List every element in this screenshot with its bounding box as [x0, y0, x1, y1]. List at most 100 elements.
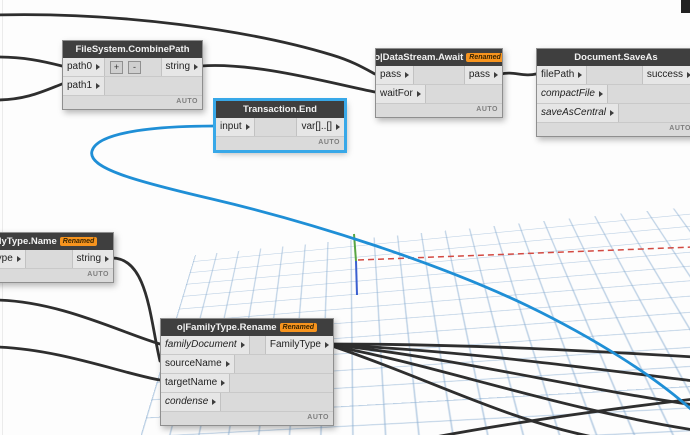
node-title: o|FamilyType.Rename	[176, 322, 277, 333]
wire[interactable]	[0, 82, 64, 102]
port-row: condense	[161, 393, 333, 412]
dynamo-canvas[interactable]: FileSystem.CombinePath path0 + - string …	[0, 0, 690, 435]
port-row: targetName	[161, 374, 333, 393]
port-arrow-icon	[212, 399, 217, 405]
wire[interactable]	[199, 64, 377, 94]
axis-z-blue	[355, 260, 358, 296]
port-label: path1	[67, 80, 93, 91]
node-transaction-end[interactable]: Transaction.End input var[]..[] AUTO	[215, 100, 345, 151]
wire[interactable]	[499, 71, 538, 77]
node-footer: AUTO	[63, 96, 202, 109]
node-title: FileSystem.CombinePath	[75, 44, 190, 55]
input-port-path0[interactable]: path0	[63, 58, 106, 76]
input-port-condense[interactable]: condense	[161, 393, 222, 411]
node-body: familyType string	[0, 250, 113, 269]
node-header[interactable]: FileSystem.CombinePath	[63, 41, 202, 58]
port-label: path0	[67, 61, 93, 72]
port-row: saveAsCentral	[537, 104, 690, 123]
output-port-string[interactable]: string	[71, 250, 113, 268]
wire[interactable]	[0, 55, 64, 68]
output-port-familytype[interactable]: FamilyType	[264, 336, 333, 354]
input-port-input[interactable]: input	[216, 118, 255, 136]
port-label: FamilyType	[269, 339, 321, 350]
port-arrow-icon	[494, 72, 498, 78]
port-label: waitFor	[380, 88, 413, 99]
input-port-saveascentral[interactable]: saveAsCentral	[537, 104, 620, 122]
node-filesystem-combinepath[interactable]: FileSystem.CombinePath path0 + - string …	[62, 40, 203, 110]
port-row: pass pass	[376, 66, 502, 85]
port-arrow-icon	[245, 124, 250, 130]
port-arrow-icon	[225, 361, 230, 367]
node-header[interactable]: Document.SaveAs	[537, 49, 690, 66]
input-port-familydocument[interactable]: familyDocument	[161, 336, 250, 354]
node-header[interactable]: o|FamilyType.Rename Renamed	[161, 319, 333, 336]
port-label: pass	[380, 69, 402, 80]
port-arrow-icon	[416, 91, 421, 97]
port-row: path0 + - string	[63, 58, 202, 77]
port-label: var[]..[]	[301, 121, 332, 132]
node-body: pass pass waitFor	[376, 66, 502, 104]
port-label: familyType	[0, 253, 13, 264]
lacing-indicator[interactable]: AUTO	[87, 271, 109, 278]
add-input-button[interactable]: +	[110, 60, 124, 74]
port-arrow-icon	[405, 72, 410, 78]
port-row: waitFor	[376, 85, 502, 104]
wire[interactable]	[0, 298, 162, 346]
output-port-string[interactable]: string	[160, 58, 202, 76]
port-arrow-icon	[16, 256, 21, 262]
port-label: compactFile	[541, 88, 595, 99]
node-body: familyDocument FamilyType sourceName tar…	[161, 336, 333, 412]
node-title: Document.SaveAs	[574, 52, 658, 63]
port-arrow-icon	[105, 256, 109, 262]
node-familytype-name[interactable]: FamilyType.Name Renamed familyType strin…	[0, 232, 114, 283]
wire[interactable]	[330, 344, 598, 435]
node-document-saveas[interactable]: Document.SaveAs filePath success compact…	[536, 48, 690, 137]
node-body: input var[]..[]	[216, 118, 344, 137]
lacing-indicator[interactable]: AUTO	[307, 414, 329, 421]
port-arrow-icon	[194, 64, 198, 70]
lacing-indicator[interactable]: AUTO	[669, 125, 690, 132]
port-row: familyType string	[0, 250, 113, 269]
renamed-badge: Renamed	[279, 323, 318, 332]
input-port-compactfile[interactable]: compactFile	[537, 85, 608, 103]
remove-input-button[interactable]: -	[128, 60, 142, 74]
port-arrow-icon	[96, 64, 101, 70]
port-row: input var[]..[]	[216, 118, 344, 137]
port-row: filePath success	[537, 66, 690, 85]
input-port-waitfor[interactable]: waitFor	[376, 85, 426, 103]
lacing-indicator[interactable]: AUTO	[318, 139, 340, 146]
output-port-success[interactable]: success	[641, 66, 690, 84]
node-header[interactable]: o|DataStream.Await Renamed	[376, 49, 502, 66]
wire[interactable]	[0, 345, 162, 382]
port-label: filePath	[541, 69, 575, 80]
node-datastream-await[interactable]: o|DataStream.Await Renamed pass pass wai…	[375, 48, 503, 118]
wire[interactable]	[110, 256, 162, 363]
port-arrow-icon	[336, 124, 340, 130]
input-port-pass[interactable]: pass	[376, 66, 415, 84]
port-arrow-icon	[578, 72, 583, 78]
input-port-sourcename[interactable]: sourceName	[161, 355, 235, 373]
node-header[interactable]: FamilyType.Name Renamed	[0, 233, 113, 250]
input-port-filepath[interactable]: filePath	[537, 66, 588, 84]
lacing-indicator[interactable]: AUTO	[176, 98, 198, 105]
node-header[interactable]: Transaction.End	[216, 101, 344, 118]
port-label: string	[76, 253, 101, 264]
node-footer: AUTO	[537, 123, 690, 136]
node-footer: AUTO	[161, 412, 333, 425]
lacing-indicator[interactable]: AUTO	[476, 106, 498, 113]
top-right-dark-marker	[681, 0, 690, 13]
node-footer: AUTO	[216, 137, 344, 150]
input-port-familytype[interactable]: familyType	[0, 250, 26, 268]
node-familytype-rename[interactable]: o|FamilyType.Rename Renamed familyDocume…	[160, 318, 334, 426]
output-port-pass[interactable]: pass	[463, 66, 502, 84]
port-label: sourceName	[165, 358, 222, 369]
node-body: filePath success compactFile saveAsCentr…	[537, 66, 690, 123]
input-port-targetname[interactable]: targetName	[161, 374, 231, 392]
output-port-var[interactable]: var[]..[]	[296, 118, 344, 136]
port-row: familyDocument FamilyType	[161, 336, 333, 355]
input-port-path1[interactable]: path1	[63, 77, 106, 95]
port-label: familyDocument	[165, 339, 237, 350]
port-arrow-icon	[610, 110, 615, 116]
node-title: Transaction.End	[243, 104, 317, 115]
port-label: pass	[468, 69, 490, 80]
